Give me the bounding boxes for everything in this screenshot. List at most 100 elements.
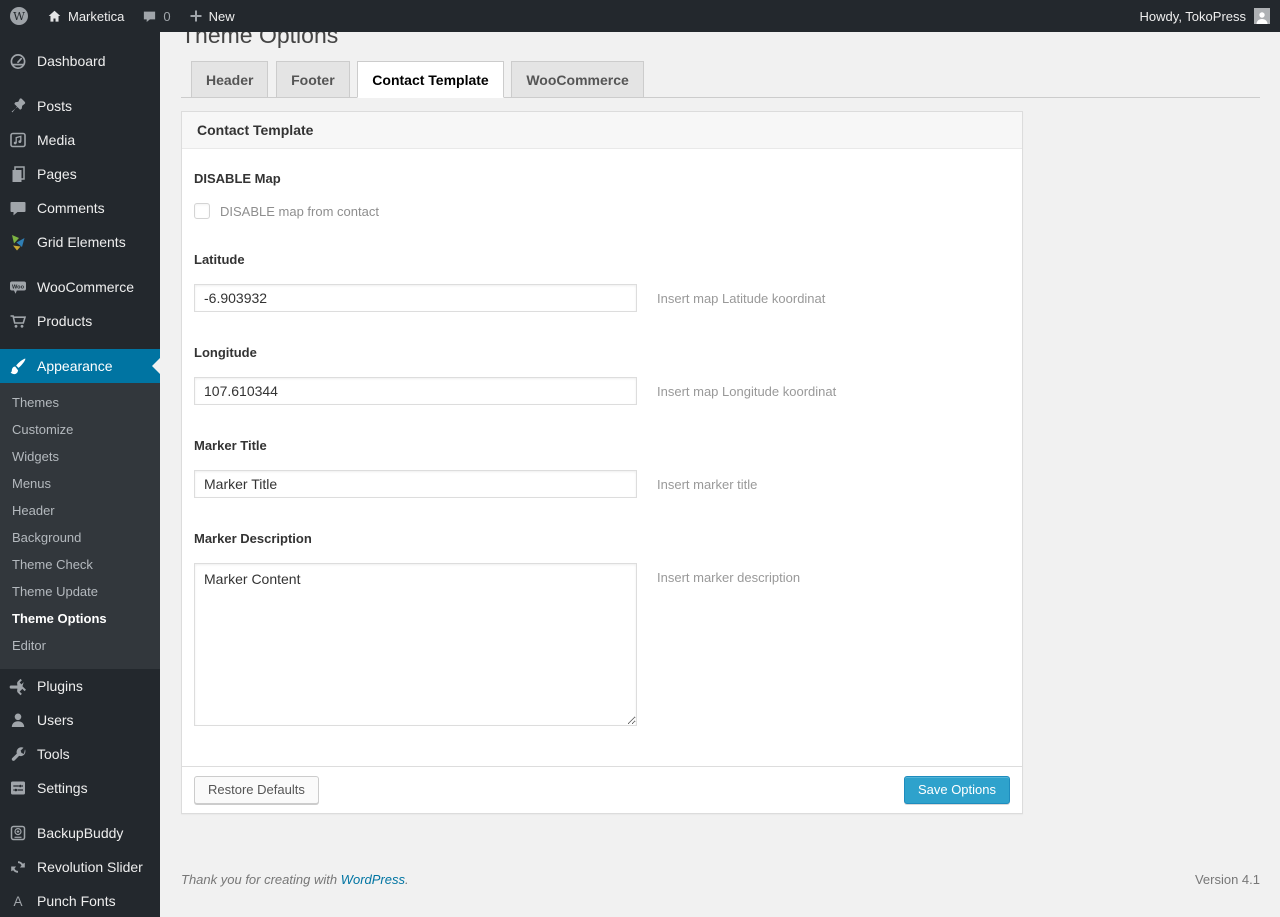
menu-separator xyxy=(0,259,160,270)
comment-count: 0 xyxy=(163,8,171,24)
menu-separator xyxy=(0,805,160,816)
submenu-item-header[interactable]: Header xyxy=(0,497,160,524)
circular-arrows-icon xyxy=(8,857,28,877)
submenu-item-widgets[interactable]: Widgets xyxy=(0,443,160,470)
tab-woocommerce[interactable]: WooCommerce xyxy=(511,61,644,98)
tab-contact-template[interactable]: Contact Template xyxy=(357,61,504,98)
sidebar-item-revolution-slider[interactable]: Revolution Slider xyxy=(0,850,160,884)
comments-menu[interactable]: 0 xyxy=(133,0,179,32)
appearance-submenu: Themes Customize Widgets Menus Header Ba… xyxy=(0,383,160,669)
pushpin-icon xyxy=(8,96,28,116)
sidebar-item-label: Pages xyxy=(37,166,77,182)
sidebar-item-woocommerce[interactable]: Woo WooCommerce xyxy=(0,270,160,304)
dashboard-gauge-icon xyxy=(8,51,28,71)
sidebar-item-backupbuddy[interactable]: BackupBuddy xyxy=(0,816,160,850)
woocommerce-badge-icon: Woo xyxy=(8,277,28,297)
svg-text:A: A xyxy=(13,894,22,909)
sidebar-item-products[interactable]: Products xyxy=(0,304,160,338)
tab-footer[interactable]: Footer xyxy=(276,61,350,98)
submenu-item-editor[interactable]: Editor xyxy=(0,632,160,659)
sidebar-item-label: Punch Fonts xyxy=(37,893,116,909)
submenu-item-menus[interactable]: Menus xyxy=(0,470,160,497)
submenu-item-theme-check[interactable]: Theme Check xyxy=(0,551,160,578)
sidebar-item-media[interactable]: Media xyxy=(0,123,160,157)
thanks-prefix: Thank you for creating with xyxy=(181,872,341,887)
marker-title-help: Insert marker title xyxy=(657,476,758,492)
longitude-help: Insert map Longitude koordinat xyxy=(657,383,837,399)
site-name-label: Marketica xyxy=(68,8,125,24)
sidebar-item-appearance[interactable]: Appearance xyxy=(0,349,160,383)
paintbrush-icon xyxy=(8,356,28,376)
sidebar-item-comments[interactable]: Comments xyxy=(0,191,160,225)
latitude-input[interactable] xyxy=(194,284,637,312)
save-options-button[interactable]: Save Options xyxy=(903,776,1010,804)
disable-map-group: DISABLE Map DISABLE map from contact xyxy=(194,171,1010,219)
sidebar-item-posts[interactable]: Posts xyxy=(0,89,160,123)
comment-bubble-icon xyxy=(142,9,157,24)
longitude-label: Longitude xyxy=(194,345,257,360)
sidebar-item-tools[interactable]: Tools xyxy=(0,737,160,771)
home-icon xyxy=(47,9,62,24)
admin-sidebar: Dashboard Posts Media Pages Comments Gri… xyxy=(0,32,160,917)
submenu-item-customize[interactable]: Customize xyxy=(0,416,160,443)
sidebar-item-punch-fonts[interactable]: A Punch Fonts xyxy=(0,884,160,917)
sidebar-item-label: BackupBuddy xyxy=(37,825,124,841)
contact-template-panel: Contact Template DISABLE Map DISABLE map… xyxy=(181,111,1023,814)
submenu-item-theme-options[interactable]: Theme Options xyxy=(0,605,160,632)
sidebar-item-label: Settings xyxy=(37,780,88,796)
sidebar-item-label: Revolution Slider xyxy=(37,859,143,875)
restore-defaults-button[interactable]: Restore Defaults xyxy=(194,776,319,804)
sidebar-item-dashboard[interactable]: Dashboard xyxy=(0,44,160,78)
person-icon xyxy=(8,710,28,730)
wordpress-link[interactable]: WordPress xyxy=(341,872,405,887)
tab-header[interactable]: Header xyxy=(191,61,269,98)
wordpress-logo-icon: W xyxy=(9,6,29,26)
plug-icon xyxy=(8,676,28,696)
letter-a-icon: A xyxy=(8,891,28,911)
disable-map-row: DISABLE map from contact xyxy=(194,203,1010,219)
wp-logo-menu[interactable]: W xyxy=(0,0,38,32)
howdy-label: Howdy, TokoPress xyxy=(1139,8,1246,24)
admin-menu: Dashboard Posts Media Pages Comments Gri… xyxy=(0,32,160,917)
disable-map-checkbox[interactable] xyxy=(194,203,210,219)
page-footer: Thank you for creating with WordPress. V… xyxy=(181,872,1260,887)
sidebar-item-users[interactable]: Users xyxy=(0,703,160,737)
admin-bar: W Marketica 0 New Howdy, TokoPress xyxy=(0,0,1280,32)
sidebar-item-settings[interactable]: Settings xyxy=(0,771,160,805)
menu-separator xyxy=(0,338,160,349)
sidebar-item-label: Dashboard xyxy=(37,53,106,69)
sidebar-item-label: Tools xyxy=(37,746,70,762)
pages-icon xyxy=(8,164,28,184)
sidebar-item-pages[interactable]: Pages xyxy=(0,157,160,191)
account-menu[interactable]: Howdy, TokoPress xyxy=(1140,0,1280,32)
svg-text:Woo: Woo xyxy=(12,284,25,290)
latitude-help: Insert map Latitude koordinat xyxy=(657,290,826,306)
marker-description-group: Marker Description Marker Content Insert… xyxy=(194,531,1010,726)
thanks-text: Thank you for creating with WordPress. xyxy=(181,872,409,887)
plus-icon xyxy=(189,9,203,23)
thanks-suffix: . xyxy=(405,872,409,887)
sidebar-item-plugins[interactable]: Plugins xyxy=(0,669,160,703)
sidebar-item-label: Grid Elements xyxy=(37,234,126,250)
sidebar-item-label: Products xyxy=(37,313,93,329)
site-name-menu[interactable]: Marketica xyxy=(38,0,133,32)
submenu-item-background[interactable]: Background xyxy=(0,524,160,551)
latitude-label: Latitude xyxy=(194,252,245,267)
disable-map-checkbox-label[interactable]: DISABLE map from contact xyxy=(220,204,379,219)
sidebar-item-grid-elements[interactable]: Grid Elements xyxy=(0,225,160,259)
new-content-menu[interactable]: New xyxy=(180,0,244,32)
submenu-item-themes[interactable]: Themes xyxy=(0,389,160,416)
marker-description-label: Marker Description xyxy=(194,531,312,546)
sidebar-item-label: Plugins xyxy=(37,678,83,694)
marker-description-textarea[interactable]: Marker Content xyxy=(194,563,637,726)
marker-title-input[interactable] xyxy=(194,470,637,498)
longitude-input[interactable] xyxy=(194,377,637,405)
cart-icon xyxy=(8,311,28,331)
longitude-row: Insert map Longitude koordinat xyxy=(194,377,1010,405)
marker-title-row: Insert marker title xyxy=(194,470,1010,498)
sidebar-item-label: Users xyxy=(37,712,74,728)
sidebar-item-label: Appearance xyxy=(37,358,113,374)
marker-title-group: Marker Title Insert marker title xyxy=(194,438,1010,498)
sidebar-item-label: Posts xyxy=(37,98,73,114)
submenu-item-theme-update[interactable]: Theme Update xyxy=(0,578,160,605)
